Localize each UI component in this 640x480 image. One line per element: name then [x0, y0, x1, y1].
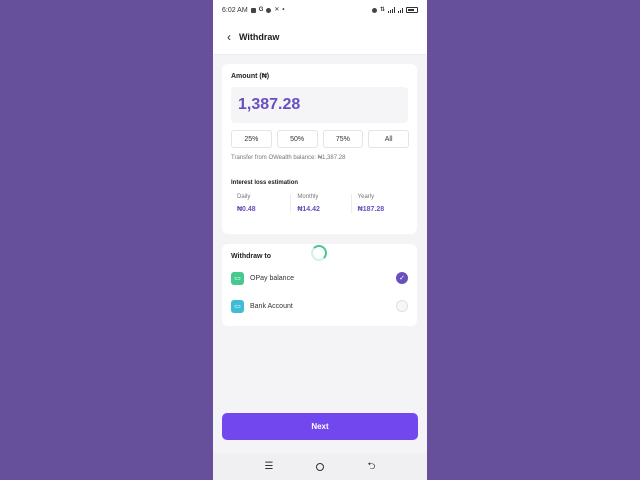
transfer-note-label: Transfer from OWealth balance:: [231, 155, 317, 161]
amount-value: 1,387.28: [238, 96, 301, 113]
back-nav-icon[interactable]: ⮌: [367, 461, 375, 472]
interest-estimation: Daily ₦0.48 Monthly ₦14.42 Yearly ₦187.2…: [231, 194, 411, 213]
circle-icon: [266, 7, 272, 13]
dot-icon: •: [282, 7, 285, 13]
percent-options: 25% 50% 75% All: [231, 130, 409, 148]
loading-spinner-icon: [311, 245, 327, 261]
percent-50-button[interactable]: 50%: [276, 130, 318, 148]
option-bank-account[interactable]: ▭ Bank Account: [231, 298, 408, 314]
option-opay-balance[interactable]: ▭ OPay balance ✓: [231, 270, 408, 286]
interest-daily: Daily ₦0.48: [231, 194, 290, 213]
interest-yearly-value: ₦187.28: [357, 206, 385, 213]
transfer-note-amount: ₦1,387.28: [317, 155, 346, 161]
x-icon: ✕: [274, 7, 280, 13]
system-nav-bar: ☰ ⮌: [213, 453, 427, 480]
alarm-icon: [371, 7, 377, 13]
amount-card: Amount (₦) 1,387.28 25% 50% 75% All Tran…: [222, 64, 417, 234]
interest-daily-label: Daily: [237, 194, 251, 200]
status-right: ⇅: [371, 7, 418, 13]
status-left: 6:02 AM G ✕ •: [222, 7, 285, 14]
recent-apps-icon[interactable]: ☰: [265, 461, 274, 472]
back-arrow-icon[interactable]: ‹: [227, 31, 231, 43]
status-bar: 6:02 AM G ✕ • ⇅: [213, 0, 427, 20]
next-button[interactable]: Next: [222, 413, 418, 440]
home-icon[interactable]: [316, 462, 325, 471]
percent-all-button[interactable]: All: [368, 130, 409, 148]
option-opay-label: OPay balance: [250, 274, 294, 282]
interest-monthly-value: ₦14.42: [297, 206, 320, 213]
signal-icon: [388, 7, 395, 13]
app-header: ‹ Withdraw: [213, 20, 427, 55]
interest-daily-value: ₦0.48: [237, 206, 256, 213]
interest-title: Interest loss estimation: [231, 180, 299, 186]
opay-radio-checked-icon[interactable]: ✓: [396, 272, 408, 284]
status-time: 6:02 AM: [222, 6, 248, 14]
interest-monthly: Monthly ₦14.42: [290, 194, 350, 213]
battery-icon: [406, 7, 418, 13]
wallet-icon: ▭: [231, 271, 244, 285]
transfer-note: Transfer from OWealth balance: ₦1,387.28: [231, 155, 345, 161]
amount-input[interactable]: 1,387.28: [231, 87, 408, 123]
percent-25-button[interactable]: 25%: [231, 130, 272, 148]
bank-radio-icon[interactable]: [396, 300, 408, 312]
amount-label: Amount (₦): [231, 73, 270, 80]
notification-icon: [250, 7, 256, 13]
data-speed-icon: ⇅: [379, 7, 385, 13]
interest-yearly-label: Yearly: [357, 194, 375, 200]
page-title: Withdraw: [239, 32, 280, 42]
percent-75-button[interactable]: 75%: [322, 130, 364, 148]
option-bank-label: Bank Account: [250, 302, 293, 310]
interest-monthly-label: Monthly: [297, 194, 319, 200]
withdraw-to-title: Withdraw to: [231, 253, 271, 260]
interest-yearly: Yearly ₦187.28: [350, 194, 411, 213]
bank-icon: ▭: [231, 299, 244, 313]
google-icon: G: [258, 7, 264, 13]
volte-icon: [398, 7, 403, 13]
phone-screen: 6:02 AM G ✕ • ⇅ ‹ Withdraw Amount (₦) 1,…: [213, 0, 427, 480]
